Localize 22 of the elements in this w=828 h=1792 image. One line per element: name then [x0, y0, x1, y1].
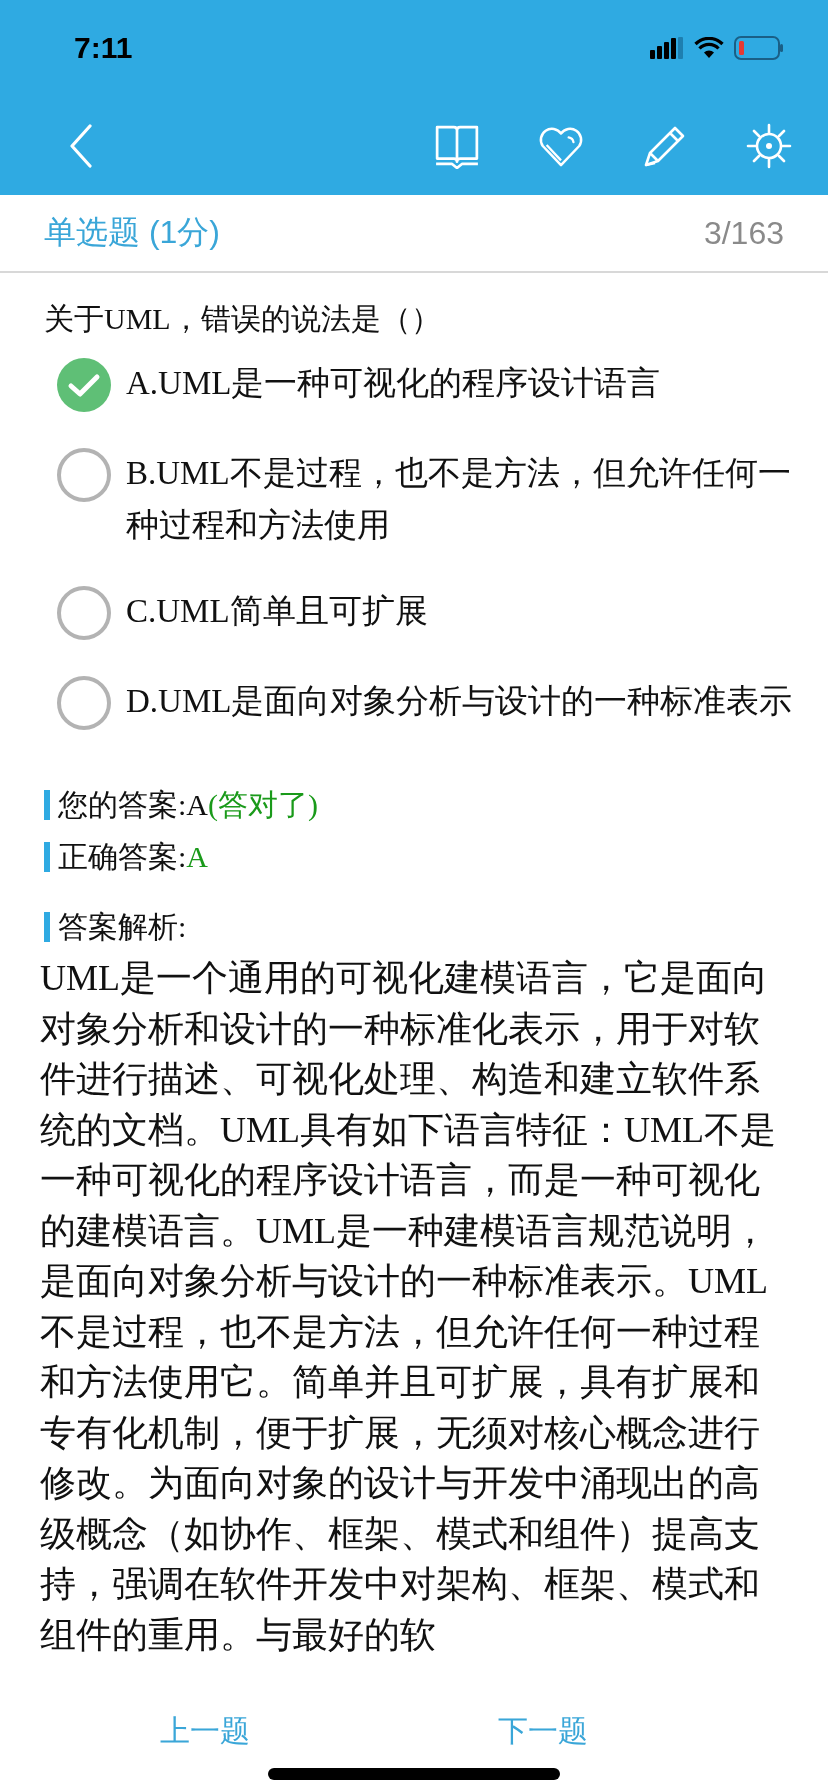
battery-icon — [734, 36, 784, 60]
question-type: 单选题 (1分) — [44, 213, 220, 252]
accent-bar — [44, 790, 50, 820]
question-counter: 3/163 — [703, 214, 784, 252]
answer-line: 正确答案:A — [58, 839, 208, 875]
status-time: 7:11 — [74, 31, 133, 65]
settings-icon — [746, 122, 792, 169]
back-icon — [68, 123, 94, 168]
back-button[interactable] — [68, 123, 94, 168]
answer-option[interactable]: B.UML不是过程，也不是方法，但允许任何一种过程和方法使用 — [44, 437, 794, 561]
explanation-text: UML是一个通用的可视化建模语言，它是面向对象分析和设计的一种标准化表示，用于对软件进行描述、可视化处理、构造和建立软件系统的文档。UML具有如下语言特征：UML不是一种可视化的程序设计语言，而是一种可视化的建模语言。UML是一种建模语言规范说明，是面向对象分析与设计的一种标准表示。UML不是过程，也不是方法，但允许任何一种过程和方法使用它。简单并且可扩展，具有扩展和专有化机制，便于扩展，无须对核心概念进行修改。为面向对象的设计与开发中涌现出的高级概念（如协作、框架、模式和组件）提高支持，强调在软件开发中对架构、框架、模式和组件的重用。与最好的软 — [40, 957, 777, 1657]
answer-line: 您的答案:A(答对了) — [58, 787, 318, 823]
accent-bar — [44, 912, 50, 942]
settings-button[interactable] — [746, 122, 792, 169]
question-text: 关于UML，错误的说法是（） — [44, 301, 442, 337]
answer-option[interactable]: A.UML是一种可视化的程序设计语言 — [44, 347, 794, 423]
wifi-icon — [694, 37, 724, 59]
answer-option[interactable]: C.UML简单且可扩展 — [44, 575, 794, 651]
section-title: 答案解析: — [58, 909, 187, 945]
answer-option[interactable]: D.UML是面向对象分析与设计的一种标准表示 — [44, 665, 794, 741]
accent-bar — [44, 842, 50, 872]
signal-icon — [650, 37, 684, 59]
